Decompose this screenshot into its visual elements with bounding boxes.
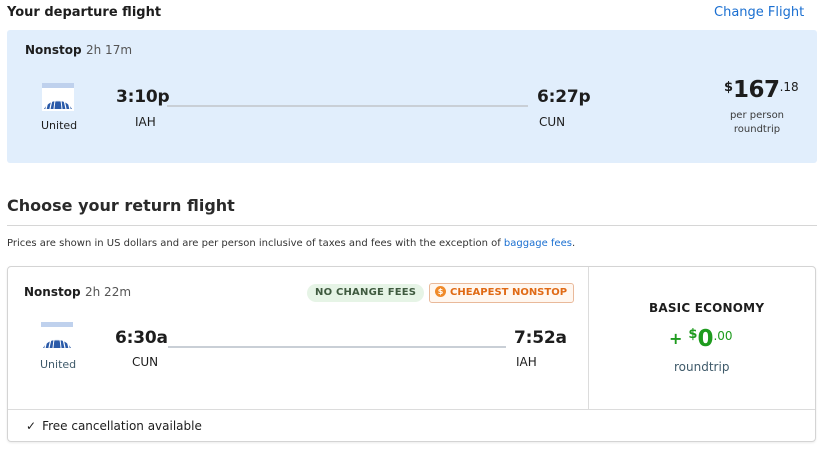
fare-price-symbol: $ (688, 327, 698, 342)
cheapest-nonstop-badge: $ CHEAPEST NONSTOP (429, 283, 575, 303)
departure-airline-name: United (41, 119, 78, 132)
fare-price-cents: .00 (713, 329, 733, 343)
departure-depart-time: 3:10p (116, 87, 170, 107)
return-arrive-time: 7:52a (514, 328, 567, 348)
price-notice-text: Prices are shown in US dollars and are p… (7, 238, 504, 249)
departure-arrive-code: CUN (539, 115, 566, 129)
checkmark-icon: ✓ (26, 419, 37, 433)
departure-duration: 2h 17m (86, 43, 133, 57)
dollar-coin-icon: $ (435, 285, 446, 297)
section-divider (7, 225, 817, 226)
fare-class-name: BASIC ECONOMY (649, 301, 765, 315)
fare-roundtrip-label: roundtrip (674, 360, 730, 374)
fare-price[interactable]: + $0.00 (669, 326, 733, 352)
price-notice-end: . (571, 238, 576, 249)
cheapest-nonstop-label: CHEAPEST NONSTOP (450, 287, 568, 298)
return-card-vertical-divider (588, 267, 589, 409)
return-route-line (168, 346, 506, 348)
departure-route-line (167, 105, 528, 107)
departure-price-note-2: roundtrip (733, 124, 781, 135)
return-airline-name: United (40, 358, 77, 371)
free-cancellation-label: Free cancellation available (42, 419, 202, 433)
departure-price-symbol: $ (724, 80, 734, 95)
departure-arrive-time: 6:27p (537, 87, 591, 107)
baggage-fees-link[interactable]: baggage fees (504, 238, 572, 249)
departure-depart-code: IAH (135, 115, 156, 129)
no-change-fees-badge: NO CHANGE FEES (307, 284, 425, 302)
united-globe-icon (41, 322, 73, 350)
departure-price-note-1: per person (729, 110, 785, 121)
departure-price-cents: .18 (779, 80, 799, 94)
united-globe-icon (42, 83, 74, 111)
departure-heading: Your departure flight (7, 5, 162, 20)
free-cancellation: ✓ Free cancellation available (26, 419, 202, 433)
return-depart-time: 6:30a (115, 328, 168, 348)
return-stops: Nonstop (24, 285, 81, 299)
return-heading: Choose your return flight (7, 196, 235, 215)
change-flight-link[interactable]: Change Flight (714, 5, 804, 20)
departure-price-int: 167 (733, 77, 780, 103)
return-duration: 2h 22m (85, 285, 132, 299)
fare-price-int: 0 (697, 326, 714, 352)
price-notice: Prices are shown in US dollars and are p… (7, 238, 575, 249)
fare-plus-sign: + (669, 329, 683, 348)
return-card-horizontal-divider (8, 409, 815, 410)
return-depart-code: CUN (132, 355, 159, 369)
return-arrive-code: IAH (516, 355, 537, 369)
departure-price: $167.18 (724, 77, 799, 103)
departure-stops: Nonstop (25, 43, 82, 57)
